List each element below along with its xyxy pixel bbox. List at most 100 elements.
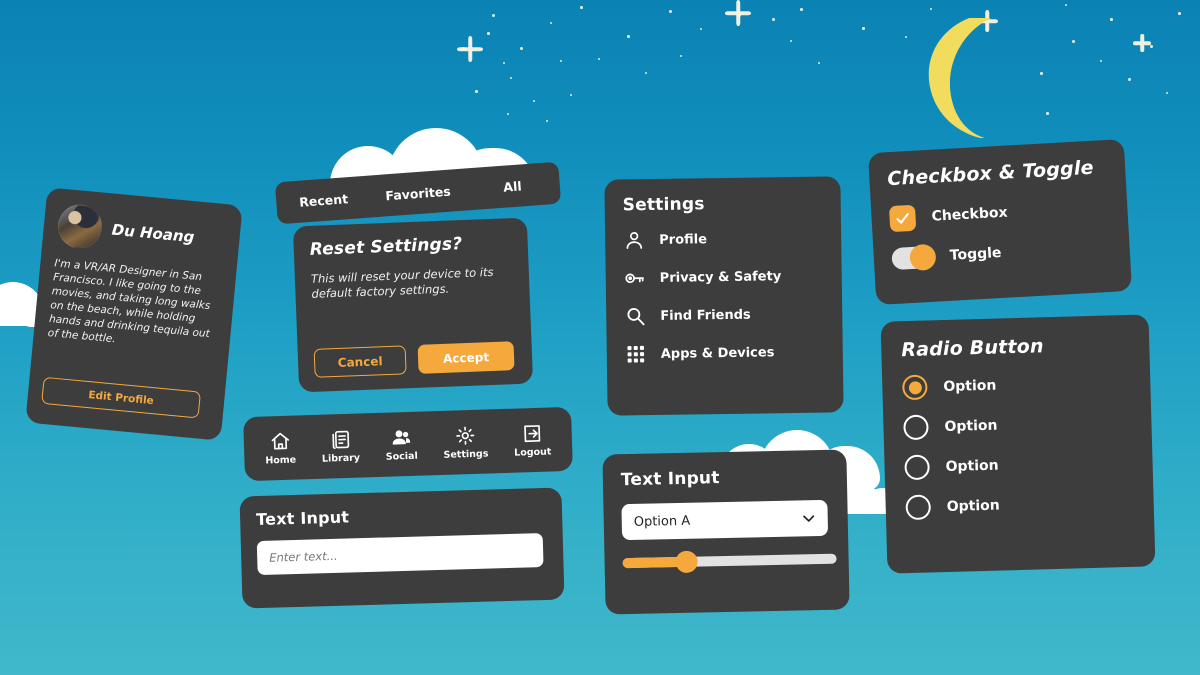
settings-list: Profile Privacy & Safety Find Friends Ap… xyxy=(623,227,825,366)
star xyxy=(862,27,865,30)
radio-label: Option xyxy=(944,417,998,435)
settings-item-profile[interactable]: Profile xyxy=(623,227,823,252)
star xyxy=(627,35,630,38)
profile-name: Du Hoang xyxy=(111,220,196,247)
tab-bar: Recent Favorites All xyxy=(274,161,562,225)
nav-item-home[interactable]: Home xyxy=(264,430,296,466)
logout-icon xyxy=(521,422,543,444)
radio-label: Option xyxy=(945,457,999,475)
radio-row[interactable]: Option xyxy=(903,409,1132,441)
sparkle-star xyxy=(725,0,751,26)
panel-title: Text Input xyxy=(620,468,720,491)
nav-item-logout[interactable]: Logout xyxy=(513,422,552,459)
radio-label: Option xyxy=(943,377,997,395)
cancel-button[interactable]: Cancel xyxy=(313,345,407,378)
star xyxy=(1128,78,1131,81)
check-icon xyxy=(896,213,909,224)
settings-label: Apps & Devices xyxy=(660,344,775,362)
star xyxy=(598,58,600,60)
radio-row[interactable]: Option xyxy=(902,369,1131,401)
edit-profile-button[interactable]: Edit Profile xyxy=(41,376,201,419)
panel-title: Text Input xyxy=(255,507,350,530)
star xyxy=(487,32,490,35)
radio-row[interactable]: Option xyxy=(905,489,1134,521)
tab-recent[interactable]: Recent xyxy=(276,189,372,211)
radio-button-panel: Radio Button Option Option Option Option xyxy=(880,314,1156,574)
profile-header: Du Hoang xyxy=(56,202,227,263)
radio-button[interactable] xyxy=(902,374,928,401)
star xyxy=(570,94,572,96)
search-input[interactable] xyxy=(256,533,544,576)
star xyxy=(930,8,932,10)
library-icon xyxy=(330,428,352,450)
star xyxy=(475,90,478,93)
tab-favorites[interactable]: Favorites xyxy=(370,182,466,204)
nav-item-social[interactable]: Social xyxy=(385,426,418,462)
avatar xyxy=(56,202,104,251)
nav-label: Library xyxy=(321,452,361,465)
star xyxy=(1065,4,1067,6)
checkbox-row[interactable]: Checkbox xyxy=(888,194,1110,233)
settings-item-apps-devices[interactable]: Apps & Devices xyxy=(625,341,825,366)
tab-all[interactable]: All xyxy=(465,175,561,197)
nav-item-library[interactable]: Library xyxy=(321,428,360,464)
person-icon xyxy=(623,229,645,251)
dialog-actions: Cancel Accept xyxy=(313,341,515,378)
panel-title: Settings xyxy=(622,194,705,216)
star xyxy=(533,100,535,102)
star xyxy=(520,47,523,50)
star xyxy=(580,6,583,9)
panel-title: Checkbox & Toggle xyxy=(886,156,1095,191)
star xyxy=(790,40,792,42)
slider[interactable] xyxy=(622,550,837,574)
checkbox-toggle-panel: Checkbox & Toggle Checkbox Toggle xyxy=(867,138,1133,306)
key-icon xyxy=(624,267,646,289)
star xyxy=(680,55,682,57)
profile-card: Du Hoang I'm a VR/AR Designer in San Fra… xyxy=(25,187,243,441)
search-icon xyxy=(624,305,646,327)
star xyxy=(550,22,552,24)
star xyxy=(503,62,505,64)
vr-ui-scene: Du Hoang I'm a VR/AR Designer in San Fra… xyxy=(0,0,1200,675)
toggle-knob xyxy=(909,243,937,272)
toggle-row[interactable]: Toggle xyxy=(891,236,1112,272)
star xyxy=(1100,60,1102,62)
nav-item-settings[interactable]: Settings xyxy=(443,424,489,460)
star xyxy=(1166,92,1168,94)
star xyxy=(1040,72,1043,75)
sparkle-star xyxy=(457,36,483,62)
slider-knob[interactable] xyxy=(675,550,699,574)
star xyxy=(1110,18,1113,21)
social-icon xyxy=(390,426,412,448)
toggle-label: Toggle xyxy=(949,244,1002,264)
nav-label: Logout xyxy=(514,446,552,459)
sparkle-star xyxy=(1133,34,1151,52)
radio-row[interactable]: Option xyxy=(904,449,1133,481)
text-input-panel-center: Text Input Option A xyxy=(602,449,850,615)
dropdown-selected-value[interactable]: Option A xyxy=(621,499,829,541)
star xyxy=(1046,112,1049,115)
settings-label: Profile xyxy=(659,231,708,248)
settings-item-find-friends[interactable]: Find Friends xyxy=(624,303,824,328)
gear-icon xyxy=(455,424,477,446)
radio-button[interactable] xyxy=(904,454,930,481)
accept-button[interactable]: Accept xyxy=(417,341,515,374)
nav-label: Home xyxy=(265,454,297,466)
radio-button[interactable] xyxy=(903,414,929,441)
star xyxy=(510,77,512,79)
dropdown[interactable]: Option A xyxy=(621,499,829,541)
toggle-switch[interactable] xyxy=(891,243,937,272)
star xyxy=(560,60,562,62)
home-icon xyxy=(269,430,291,452)
settings-panel: Settings Profile Privacy & Safety Find F… xyxy=(604,176,844,416)
star xyxy=(1072,40,1075,43)
radio-list: Option Option Option Option xyxy=(902,369,1134,521)
radio-button[interactable] xyxy=(905,494,932,521)
nav-label: Settings xyxy=(443,447,489,461)
settings-label: Find Friends xyxy=(660,307,751,324)
nav-label: Social xyxy=(385,450,418,463)
star xyxy=(546,120,548,122)
reset-settings-dialog: Reset Settings? This will reset your dev… xyxy=(292,217,534,393)
checkbox[interactable] xyxy=(888,204,917,233)
settings-item-privacy[interactable]: Privacy & Safety xyxy=(624,265,824,290)
